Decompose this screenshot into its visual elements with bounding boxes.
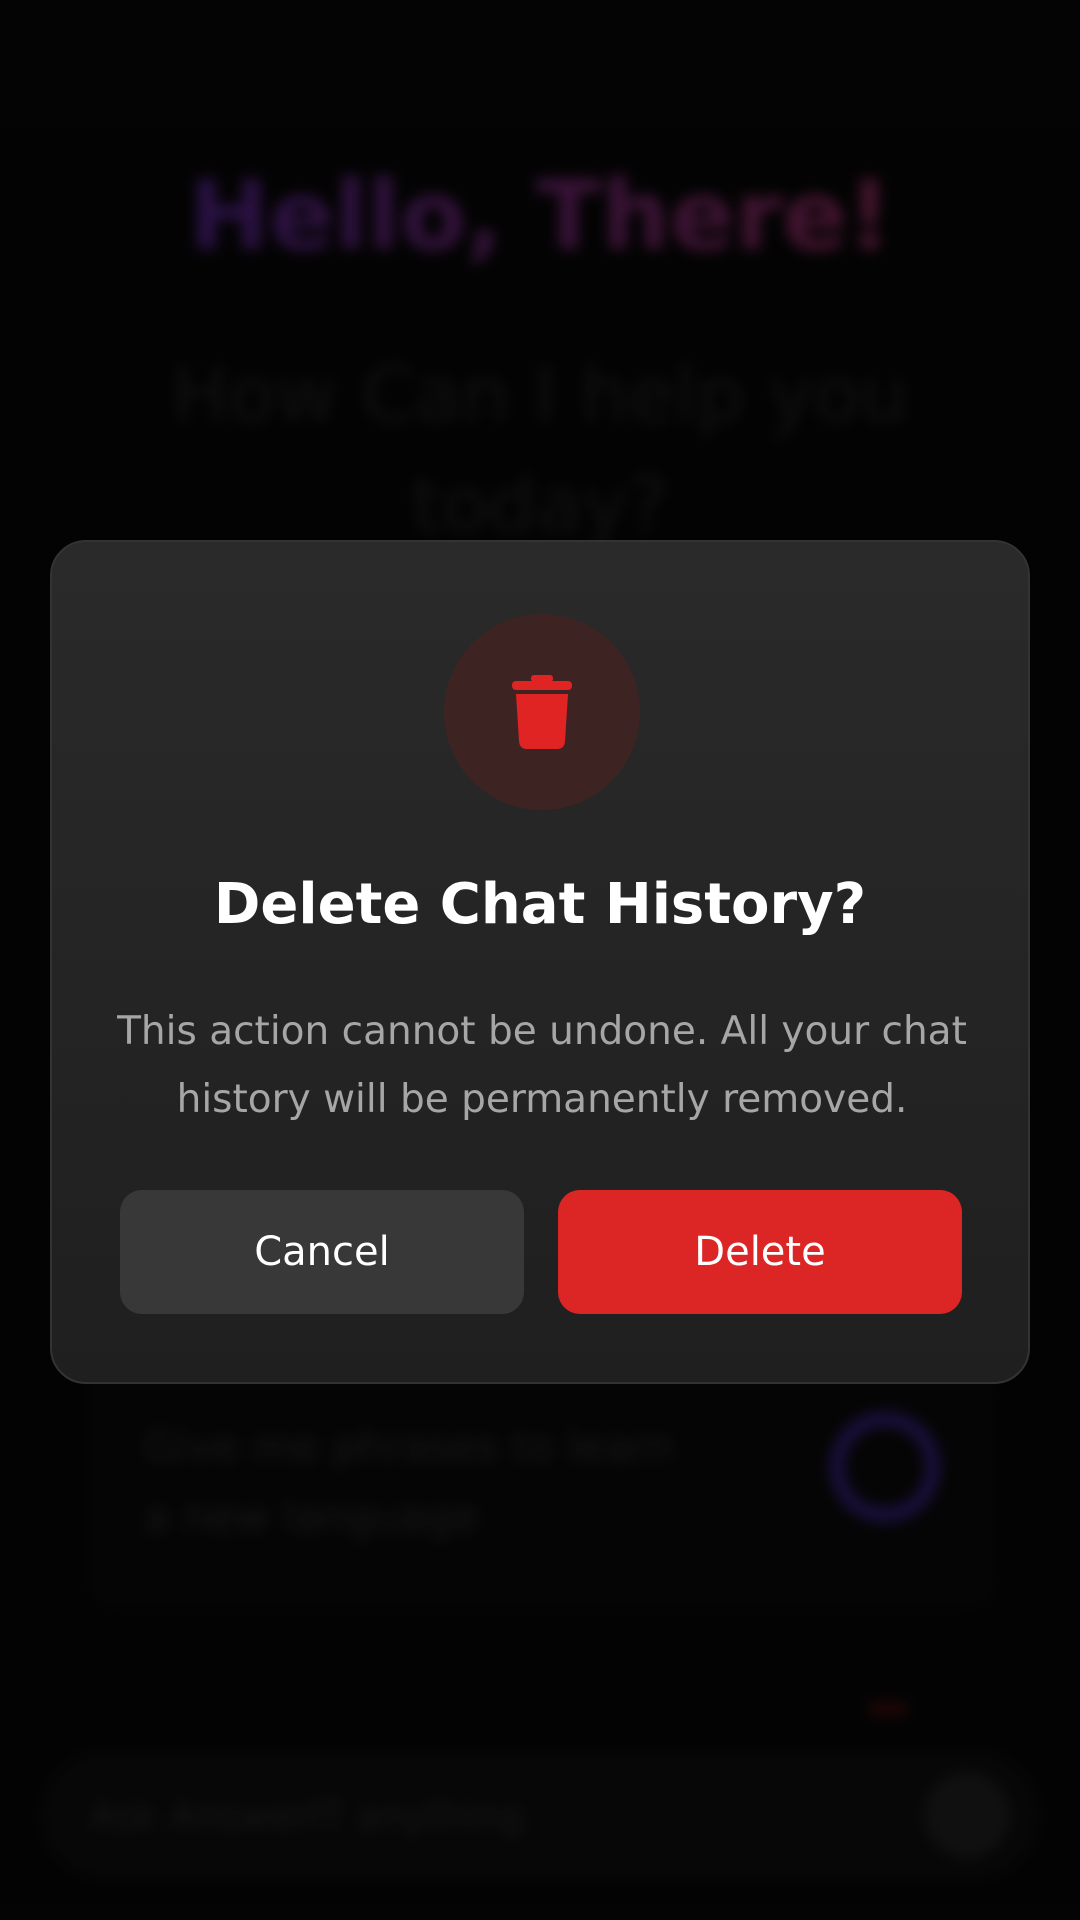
trash-icon-badge xyxy=(444,614,640,810)
delete-history-dialog: Delete Chat History? This action cannot … xyxy=(50,540,1030,1384)
cancel-button[interactable]: Cancel xyxy=(120,1190,524,1314)
delete-button[interactable]: Delete xyxy=(558,1190,962,1314)
trash-icon xyxy=(512,675,572,749)
dialog-message: This action cannot be undone. All your c… xyxy=(117,1009,967,1122)
dialog-title: Delete Chat History? xyxy=(213,872,867,937)
app-screen: Hello, There! How Can I help you today? … xyxy=(0,0,1080,1920)
